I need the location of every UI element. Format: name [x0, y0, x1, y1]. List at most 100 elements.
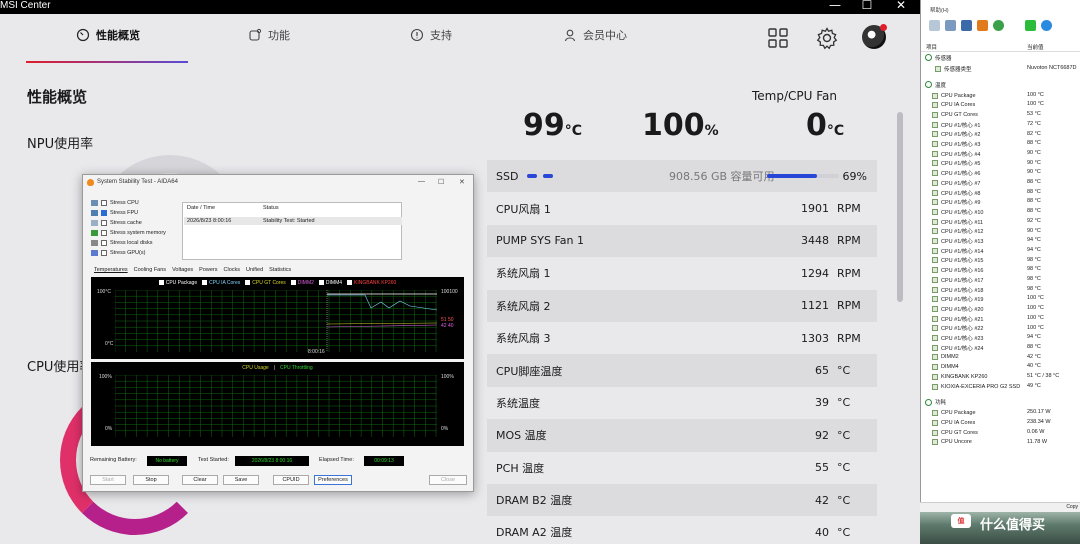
tab-support[interactable]: 支持: [410, 24, 452, 46]
table-row[interactable]: CPU #1/核心 #4: [932, 149, 980, 159]
checkbox[interactable]: [101, 250, 107, 256]
table-row[interactable]: CPU #1/核心 #21: [932, 314, 984, 324]
sensor-reading: 100 °C: [1027, 305, 1044, 312]
stress-option[interactable]: Stress GPU(s): [91, 250, 145, 256]
table-row[interactable]: 2026/8/23 8:00:16 Stability Test: Starte…: [184, 217, 402, 225]
minimize-button[interactable]: —: [820, 0, 850, 12]
table-row[interactable]: CPU #1/核心 #18: [932, 285, 984, 295]
stress-option[interactable]: Stress FPU: [91, 210, 138, 216]
help-menu[interactable]: 帮助(H): [930, 6, 949, 14]
table-row[interactable]: CPU #1/核心 #17: [932, 275, 984, 285]
legend-item[interactable]: KINGBANK KP260: [347, 280, 396, 286]
tab-overview[interactable]: 性能概览: [76, 24, 140, 46]
checkbox[interactable]: [101, 230, 107, 236]
sensor-group[interactable]: 传感器: [925, 53, 952, 63]
table-row[interactable]: CPU #1/核心 #14: [932, 246, 984, 256]
table-row[interactable]: CPU #1/核心 #10: [932, 207, 984, 217]
computer-icon[interactable]: [945, 20, 956, 31]
legend-item[interactable]: CPU GT Cores: [245, 280, 286, 286]
clear-button[interactable]: Clear: [182, 475, 218, 485]
gear-icon[interactable]: [815, 26, 839, 50]
table-row[interactable]: CPU #1/核心 #6: [932, 168, 980, 178]
checkbox[interactable]: [101, 220, 107, 226]
aida-close-button[interactable]: ✕: [459, 178, 465, 186]
legend-item[interactable]: CPU IA Cores: [202, 280, 240, 286]
table-row[interactable]: CPU #1/核心 #2: [932, 130, 980, 140]
down-arrow-icon[interactable]: [1025, 20, 1036, 31]
aida-minimize-button[interactable]: —: [418, 178, 425, 185]
legend-item[interactable]: CPU Package: [158, 280, 197, 286]
cpuid-button[interactable]: CPUID: [273, 475, 309, 485]
sensor-group[interactable]: 温度: [925, 80, 946, 90]
table-row[interactable]: CPU #1/核心 #13: [932, 236, 984, 246]
tab-features[interactable]: 功能: [248, 24, 290, 46]
table-row[interactable]: CPU #1/核心 #15: [932, 256, 984, 266]
checkbox[interactable]: [101, 200, 107, 206]
table-row[interactable]: CPU IA Cores: [932, 100, 975, 110]
user-icon[interactable]: [961, 20, 972, 31]
table-row[interactable]: 传感器类型: [935, 64, 972, 74]
table-row[interactable]: DIMM4: [932, 362, 959, 372]
table-row[interactable]: CPU #1/核心 #24: [932, 343, 984, 353]
table-row[interactable]: CPU #1/核心 #3: [932, 139, 980, 149]
sensor-name: CPU GT Cores: [941, 111, 978, 118]
scrollbar[interactable]: [897, 112, 903, 302]
start-button[interactable]: Start: [90, 475, 126, 485]
grid-icon[interactable]: [766, 26, 790, 50]
table-row[interactable]: CPU #1/核心 #12: [932, 227, 984, 237]
table-row[interactable]: CPU #1/核心 #20: [932, 304, 984, 314]
table-row[interactable]: CPU IA Cores: [932, 418, 975, 428]
cpuid-icon[interactable]: [993, 20, 1004, 31]
sensor-unit: °C: [837, 493, 851, 507]
graph-tab[interactable]: Voltages: [171, 267, 194, 273]
graph-tab[interactable]: Powers: [198, 267, 218, 273]
aida64-window: System Stability Test - AIDA64 — ☐ ✕ Str…: [82, 174, 474, 492]
tab-member[interactable]: 会员中心: [563, 24, 627, 46]
table-row[interactable]: CPU GT Cores: [932, 110, 978, 120]
stop-button[interactable]: Stop: [133, 475, 169, 485]
checkbox[interactable]: [101, 240, 107, 246]
horizontal-scrollbar[interactable]: Copy: [920, 502, 1080, 512]
table-row[interactable]: CPU #1/核心 #1: [932, 120, 980, 130]
sensor-group[interactable]: 功耗: [925, 397, 946, 407]
preferences-button[interactable]: Preferences: [314, 475, 352, 485]
table-row[interactable]: CPU Package: [932, 408, 976, 418]
table-row[interactable]: CPU #1/核心 #16: [932, 265, 984, 275]
save-button[interactable]: Save: [223, 475, 259, 485]
aida-maximize-button[interactable]: ☐: [438, 178, 444, 186]
table-row[interactable]: CPU Package: [932, 91, 976, 101]
stress-option[interactable]: Stress local disks: [91, 240, 153, 246]
graph-tab[interactable]: Statistics: [268, 267, 292, 273]
table-row[interactable]: CPU #1/核心 #11: [932, 217, 983, 227]
legend-item[interactable]: DIMM2: [290, 280, 314, 286]
graph-tab[interactable]: Cooling Fans: [133, 267, 167, 273]
table-row[interactable]: CPU #1/核心 #9: [932, 197, 980, 207]
table-row[interactable]: CPU GT Cores: [932, 428, 978, 438]
graph-tab[interactable]: Temperatures: [93, 267, 129, 273]
table-row[interactable]: KIOXIA-EXCERIA PRO G2 SSD: [932, 382, 1020, 392]
checkbox[interactable]: [101, 210, 107, 216]
table-row[interactable]: DIMM2: [932, 353, 959, 363]
table-row[interactable]: CPU #1/核心 #23: [932, 333, 984, 343]
memory-icon[interactable]: [977, 20, 988, 31]
stress-option[interactable]: Stress cache: [91, 220, 142, 226]
stress-option[interactable]: Stress CPU: [91, 200, 139, 206]
stress-option[interactable]: Stress system memory: [91, 230, 166, 236]
table-row[interactable]: CPU Uncore: [932, 438, 972, 448]
aida-close-button-bottom[interactable]: Close: [429, 475, 467, 485]
ssd-capacity: 908.56 GB 容量可用: [669, 170, 775, 184]
table-row[interactable]: CPU #1/核心 #19: [932, 294, 984, 304]
search-icon[interactable]: [1041, 20, 1052, 31]
copy-label[interactable]: Copy: [1066, 504, 1078, 510]
table-row[interactable]: CPU #1/核心 #8: [932, 188, 980, 198]
table-row[interactable]: CPU #1/核心 #5: [932, 159, 980, 169]
report-icon[interactable]: [929, 20, 940, 31]
legend-item[interactable]: DIMM4: [318, 280, 342, 286]
graph-tab[interactable]: Clocks: [223, 267, 242, 273]
maximize-button[interactable]: ☐: [852, 0, 882, 12]
close-button[interactable]: ✕: [886, 0, 916, 12]
table-row[interactable]: CPU #1/核心 #22: [932, 324, 984, 334]
table-row[interactable]: KINGBANK KP260: [932, 372, 987, 382]
graph-tab[interactable]: Unified: [245, 267, 264, 273]
table-row[interactable]: CPU #1/核心 #7: [932, 178, 980, 188]
